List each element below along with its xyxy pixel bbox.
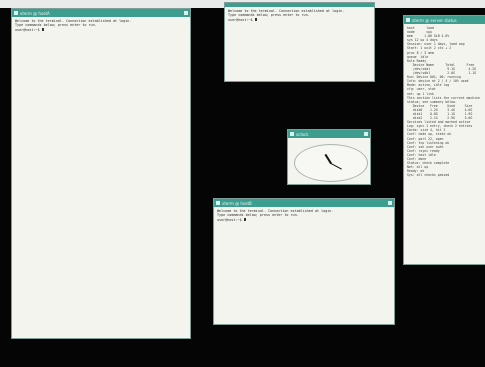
clock-window[interactable]: xclock: [287, 129, 371, 185]
terminal-bottom-titlebar[interactable]: xterm @ hostB: [214, 199, 394, 207]
terminal-output[interactable]: Welcome to the terminal. Connection esta…: [225, 7, 374, 24]
terminal-window-top[interactable]: Welcome to the terminal. Connection esta…: [224, 2, 375, 82]
terminal-output[interactable]: Welcome to the terminal. Connection esta…: [12, 17, 190, 34]
terminal-icon: [406, 18, 410, 22]
window-controls[interactable]: [388, 201, 392, 205]
window-title: xclock: [296, 131, 309, 137]
text-cursor: [254, 18, 257, 22]
clock-titlebar[interactable]: xclock: [288, 130, 370, 138]
clock-face: [294, 144, 368, 182]
maximize-icon[interactable]: [184, 11, 188, 15]
terminal-right-titlebar[interactable]: xterm @ server status: [404, 16, 485, 24]
window-title: xterm @ hostA: [20, 10, 50, 16]
window-title: xterm @ hostB: [222, 200, 252, 206]
terminal-output[interactable]: Welcome to the terminal. Connection esta…: [214, 207, 394, 224]
terminal-left-titlebar[interactable]: xterm @ hostA: [12, 9, 190, 17]
terminal-prompt: user@host:~$: [217, 217, 244, 222]
terminal-window-left[interactable]: xterm @ hostA Welcome to the terminal. C…: [11, 8, 191, 339]
terminal-icon: [216, 201, 220, 205]
terminal-top-titlebar[interactable]: [225, 3, 374, 7]
terminal-output[interactable]: host load node cpu mem 1.00 GiB 4.0% sys 12…: [404, 24, 485, 179]
window-controls[interactable]: [364, 132, 368, 136]
terminal-window-bottom[interactable]: xterm @ hostB Welcome to the terminal. C…: [213, 198, 395, 325]
terminal-icon: [14, 11, 18, 15]
window-controls[interactable]: [184, 11, 188, 15]
clock-icon: [290, 132, 294, 136]
text-cursor: [41, 28, 44, 32]
close-icon[interactable]: [364, 132, 368, 136]
clock-minute-hand: [330, 163, 342, 170]
window-title: xterm @ server status: [412, 17, 457, 23]
terminal-prompt: user@host:~$: [228, 17, 255, 22]
terminal-prompt: user@host:~$: [15, 27, 42, 32]
text-cursor: [243, 218, 246, 222]
terminal-window-right[interactable]: xterm @ server status host load node cpu m…: [403, 15, 485, 265]
maximize-icon[interactable]: [388, 201, 392, 205]
terminal-line: Sys: all checks passed: [407, 173, 450, 178]
